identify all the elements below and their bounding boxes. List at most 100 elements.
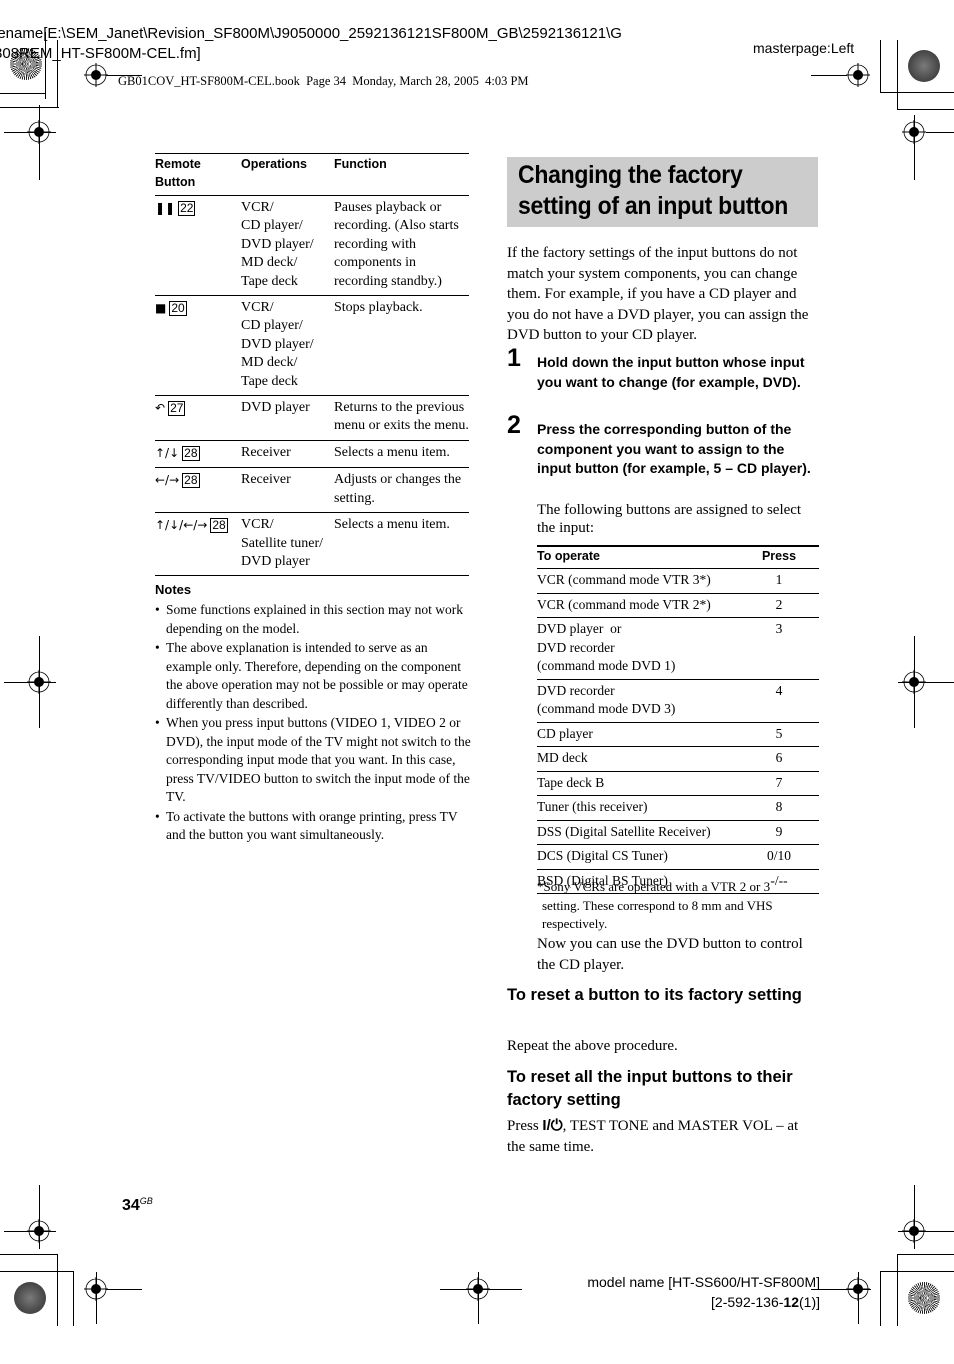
- crop-line: [4, 682, 56, 683]
- remote-button-cell: ↑/↓ 28: [155, 440, 241, 469]
- table-row: ←/→ 28 Receiver Adjusts or changes the sett…: [155, 467, 469, 514]
- press-cell: 9: [739, 820, 819, 845]
- footnote-line-3: respectively.: [542, 916, 608, 931]
- operations-cell: VCR/Satellite tuner/DVD player: [241, 512, 334, 577]
- to-operate-cell: DVD player or DVD recorder (command mode D…: [537, 617, 739, 680]
- filename-header: lename[E:\SEM_Janet\Revision_SF800M\J905…: [0, 24, 622, 64]
- button-reference-number: 28: [182, 473, 200, 489]
- table-row: Tuner (this receiver) 8: [537, 795, 819, 821]
- crop-line: [440, 1289, 522, 1290]
- footnote-line-2: setting. These correspond to 8 mm and VH…: [542, 897, 773, 913]
- filename-line-1: lename[E:\SEM_Janet\Revision_SF800M\J905…: [0, 25, 622, 42]
- to-operate-cell: Tuner (this receiver): [537, 795, 739, 821]
- book-info-line: GB01COV_HT-SF800M-CEL.book Page 34 Monda…: [118, 74, 529, 88]
- section-title-line-1: Changing the factory: [518, 161, 743, 189]
- crop-line: [811, 75, 847, 76]
- table-row: VCR (command mode VTR 3*) 1: [537, 568, 819, 594]
- crop-line: [926, 132, 954, 133]
- crop-line: [478, 1272, 479, 1324]
- table-row: ↑/↓ 28 Receiver Selects a menu item.: [155, 440, 469, 469]
- press-cell: 2: [739, 593, 819, 618]
- to-operate-cell: VCR (command mode VTR 3*): [537, 568, 739, 594]
- crop-line: [858, 1272, 859, 1324]
- table-row: DVD recorder (command mode DVD 3) 4: [537, 679, 819, 723]
- masterpage-label: masterpage:Left: [753, 40, 855, 56]
- input-assignment-table: To operate Press VCR (command mode VTR 3…: [537, 545, 819, 894]
- result-text: Now you can use the DVD button to contro…: [537, 936, 803, 973]
- operations-cell: Receiver: [241, 440, 334, 469]
- intro-paragraph: If the factory settings of the input but…: [507, 245, 809, 343]
- table-header-row: Remote Button Operations Function: [155, 153, 469, 196]
- crop-line: [897, 109, 954, 110]
- crop-line: [898, 682, 954, 683]
- page-region-suffix: GB: [139, 1196, 153, 1206]
- note-item: To activate the buttons with orange prin…: [155, 808, 471, 845]
- section-title-line-2: setting of an input button: [518, 192, 789, 220]
- column-header-press: Press: [739, 545, 819, 569]
- column-header-operations: Operations: [241, 153, 334, 196]
- press-cell: 1: [739, 568, 819, 594]
- registration-disc-icon: [908, 50, 940, 82]
- operations-cell: VCR/CD player/DVD player/MD deck/Tape de…: [241, 295, 334, 397]
- crop-line: [914, 115, 915, 180]
- crop-line: [898, 1231, 954, 1232]
- crop-line: [4, 132, 56, 133]
- section-title: Changing the factory setting of an input…: [518, 160, 794, 222]
- button-reference-number: 22: [178, 201, 196, 216]
- table-row: DVD player or DVD recorder (command mode D…: [537, 617, 819, 680]
- table-row: DCS (Digital CS Tuner) 0/10: [537, 844, 819, 870]
- left-right-arrows-icon: ←/→: [155, 473, 180, 488]
- remote-button-cell: ❚❚ 22: [155, 195, 241, 297]
- crop-line: [39, 105, 40, 180]
- registration-disc-icon: [14, 1282, 46, 1314]
- to-operate-cell: DSS (Digital Satellite Receiver): [537, 820, 739, 845]
- press-cell: 3: [739, 617, 819, 680]
- button-reference-number: 20: [169, 301, 187, 317]
- crop-line: [0, 107, 59, 108]
- reset-one-text: Repeat the above procedure.: [507, 1038, 678, 1054]
- reset-all-text: Press I/⏻, TEST TONE and MASTER VOL – at…: [507, 1117, 799, 1155]
- table-row: Tape deck B7: [537, 771, 819, 796]
- pause-icon: ❚❚: [155, 201, 176, 215]
- four-arrows-icon: ↑/↓/←/→: [155, 518, 208, 533]
- to-operate-cell: Tape deck B: [537, 771, 739, 796]
- function-cell: Adjusts or changes the setting.: [334, 467, 469, 514]
- to-operate-cell: MD deck: [537, 746, 739, 772]
- notes-list: Some functions explained in this section…: [155, 601, 471, 846]
- crop-line: [811, 1289, 871, 1290]
- reset-all-heading: To reset all the input buttons to their …: [507, 1068, 793, 1109]
- crop-line: [914, 1185, 915, 1249]
- function-cell: Selects a menu item.: [334, 440, 469, 469]
- function-cell: Selects a menu item.: [334, 512, 469, 577]
- press-cell: 8: [739, 795, 819, 821]
- step-number-2: 2: [507, 411, 521, 439]
- remote-button-table: Remote Button Operations Function ❚❚ 22 VCR…: [155, 153, 469, 577]
- button-reference-number: 28: [182, 445, 200, 461]
- footnote-line-1: *Sony VCRs are operated with a VTR 2 or …: [537, 879, 771, 894]
- crop-line: [880, 40, 881, 93]
- registration-mark-icon: [84, 63, 108, 87]
- footnote: *Sony VCRs are operated with a VTR 2 or …: [537, 878, 817, 934]
- operations-cell: Receiver: [241, 467, 334, 514]
- column-header-function: Function: [334, 153, 469, 196]
- column-header-remote-button: Remote Button: [155, 153, 241, 196]
- operations-cell: DVD player: [241, 395, 334, 441]
- assigned-buttons-text: The following buttons are assigned to se…: [537, 502, 802, 536]
- press-cell: 0/10: [739, 844, 819, 870]
- operations-cell: VCR/CD player/DVD player/MD deck/Tape de…: [241, 195, 334, 297]
- press-cell: 7: [739, 771, 819, 796]
- up-down-arrows-icon: ↑/↓: [155, 445, 180, 460]
- press-cell: 6: [739, 746, 819, 772]
- notes-title: Notes: [155, 582, 192, 597]
- part-number-line: [2-592-136-12(1)]: [711, 1294, 820, 1310]
- press-cell: 5: [739, 722, 819, 747]
- function-cell: Returns to the previous menu or exits th…: [334, 395, 469, 441]
- table-header-row: To operate Press: [537, 545, 819, 569]
- button-reference-number: 27: [168, 401, 186, 417]
- crop-line: [880, 92, 954, 93]
- note-item: The above explanation is intended to ser…: [155, 639, 471, 713]
- registration-disc-icon: [908, 1282, 940, 1314]
- table-row: ↑/↓/←/→ 28 VCR/Satellite tuner/DVD player S…: [155, 512, 469, 577]
- crop-line: [39, 1185, 40, 1249]
- crop-line: [106, 1289, 142, 1290]
